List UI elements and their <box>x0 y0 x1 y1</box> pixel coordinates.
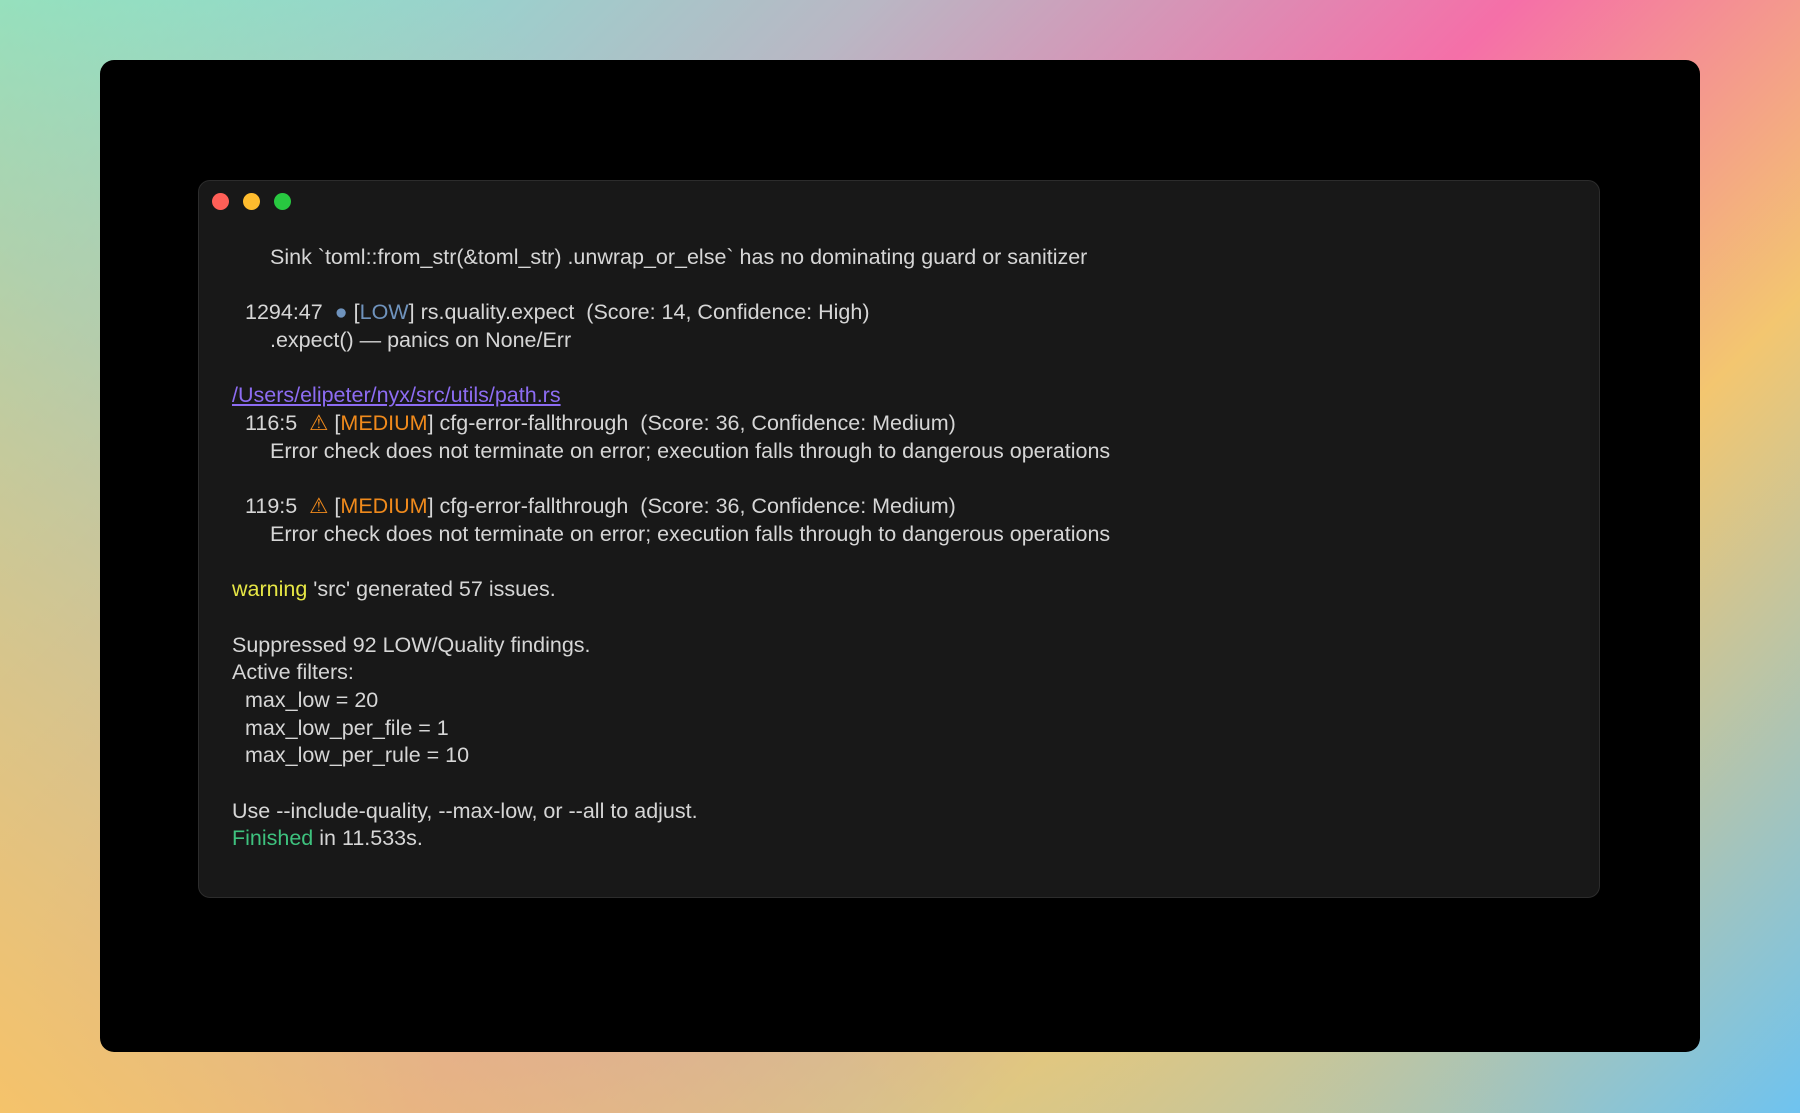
rule-id: cfg-error-fallthrough <box>439 411 629 436</box>
warning-summary: warning 'src' generated 57 issues. <box>232 576 1572 604</box>
finding-meta: (Score: 36, Confidence: Medium) <box>640 494 956 519</box>
finished-label: Finished <box>232 826 314 851</box>
finding-header: 1294:47 ● [LOW] rs.quality.expect (Score… <box>245 300 870 325</box>
minimize-window-button[interactable] <box>243 193 260 210</box>
warning-triangle-icon: ⚠ <box>309 494 329 519</box>
severity-label: MEDIUM <box>340 494 428 519</box>
warning-text: 'src' generated 57 issues. <box>313 577 556 602</box>
finished-text: in 11.533s. <box>319 826 423 851</box>
filters-header: Active filters: <box>232 660 354 685</box>
close-window-button[interactable] <box>212 193 229 210</box>
rule-id: rs.quality.expect <box>420 300 575 325</box>
maximize-window-button[interactable] <box>274 193 291 210</box>
low-severity-dot-icon: ● <box>334 300 348 325</box>
finding-message: Error check does not terminate on error;… <box>270 438 1111 463</box>
finding-message: .expect() — panics on None/Err <box>270 328 572 353</box>
finding-message: Sink `toml::from_str(&toml_str) .unwrap_… <box>270 245 1088 269</box>
terminal-output[interactable]: Sink `toml::from_str(&toml_str) .unwrap_… <box>232 244 1572 853</box>
finding-location: 119:5 <box>245 494 298 519</box>
suppressed-summary: Suppressed 92 LOW/Quality findings. <box>232 632 591 657</box>
filter-item: max_low_per_rule = 10 <box>245 743 470 768</box>
warning-triangle-icon: ⚠ <box>309 411 329 436</box>
finding-location: 116:5 <box>245 411 298 436</box>
finding-header: 116:5 ⚠ [MEDIUM] cfg-error-fallthrough (… <box>245 411 956 436</box>
severity-label: MEDIUM <box>340 411 428 436</box>
filter-item: max_low_per_file = 1 <box>245 715 449 740</box>
warning-label: warning <box>232 577 308 602</box>
finding-header: 119:5 ⚠ [MEDIUM] cfg-error-fallthrough (… <box>245 494 956 519</box>
finding-meta: (Score: 36, Confidence: Medium) <box>640 411 956 436</box>
finding-location: 1294:47 <box>245 300 323 325</box>
rule-id: cfg-error-fallthrough <box>439 494 629 519</box>
finding-meta: (Score: 14, Confidence: High) <box>586 300 870 325</box>
usage-hint: Use --include-quality, --max-low, or --a… <box>232 798 698 823</box>
filter-item: max_low = 20 <box>245 688 379 712</box>
file-path-link[interactable]: /Users/elipeter/nyx/src/utils/path.rs <box>232 382 1572 410</box>
finished-status: Finished in 11.533s. <box>232 825 1572 853</box>
severity-label: LOW <box>359 300 409 325</box>
finding-message: Error check does not terminate on error;… <box>270 521 1111 546</box>
file-path[interactable]: /Users/elipeter/nyx/src/utils/path.rs <box>232 383 561 407</box>
